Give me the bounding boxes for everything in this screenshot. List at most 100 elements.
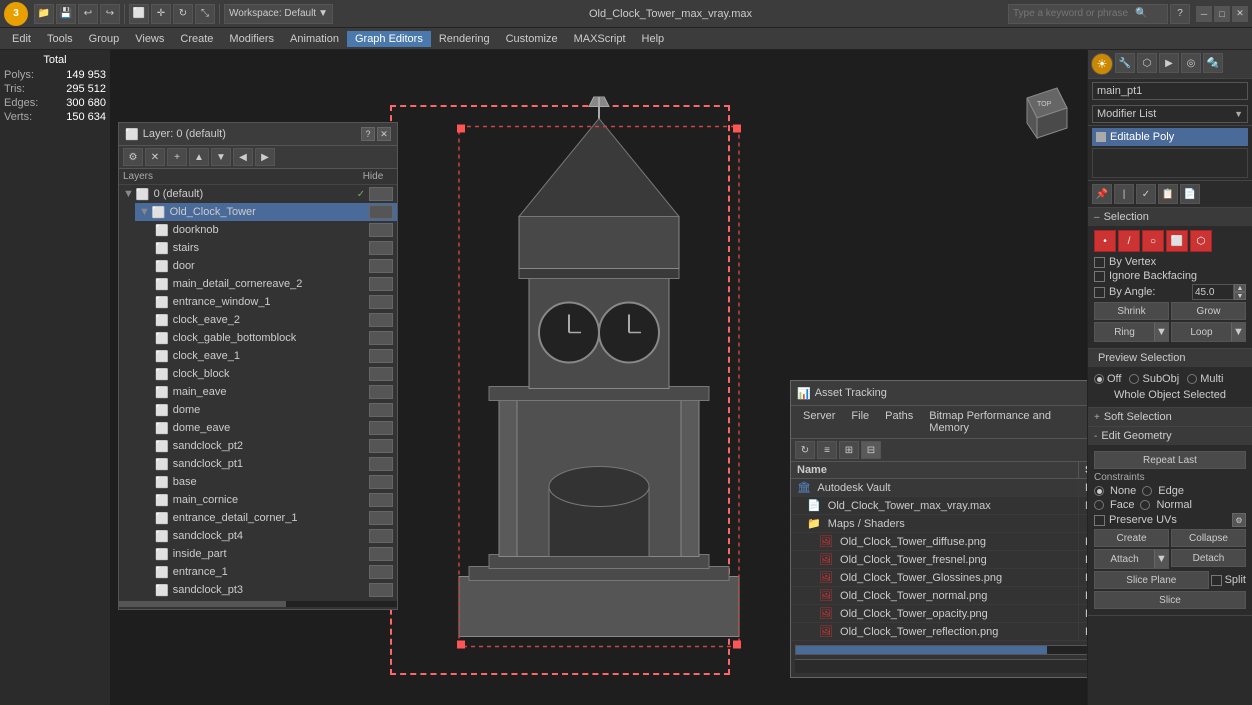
repeat-last-btn[interactable]: Repeat Last [1094,451,1246,469]
collapse-btn[interactable]: Collapse [1171,529,1246,547]
layer-visibility[interactable] [369,583,393,597]
layer-visibility[interactable] [369,421,393,435]
rp-icon-modifier[interactable]: 🔧 [1115,53,1135,73]
layer-visibility[interactable] [369,187,393,201]
slice-btn[interactable]: Slice [1094,591,1246,609]
edit-geometry-header[interactable]: - Edit Geometry [1088,427,1252,445]
menu-create[interactable]: Create [172,31,221,47]
list-item[interactable]: ⬜ clock_block [151,365,397,383]
list-item[interactable]: ⬜ inside_part [151,545,397,563]
viewport[interactable]: [+] [Perspective] [Shaded + Edged Faces] [110,50,1087,705]
modifier-check-btn[interactable]: ✓ [1136,184,1156,204]
rp-icon-motion[interactable]: ▶ [1159,53,1179,73]
list-item[interactable]: ⬜ dome [151,401,397,419]
list-item[interactable]: ⬜ clock_gable_bottomblock [151,329,397,347]
ignore-backfacing-checkbox[interactable] [1094,271,1105,282]
angle-down[interactable]: ▼ [1234,292,1246,300]
modifier-pin-btn[interactable]: 📌 [1092,184,1112,204]
table-row[interactable]: 🖼 Old_Clock_Tower_Glossines.png Found [791,569,1087,587]
open-btn[interactable]: 📁 [34,4,54,24]
modifier-paste-btn[interactable]: 📄 [1180,184,1200,204]
scale-btn[interactable]: ⤡ [195,4,215,24]
angle-up[interactable]: ▲ [1234,284,1246,292]
attach-arrow[interactable]: ▼ [1154,550,1168,568]
rp-icon-render[interactable]: ☀ [1091,53,1113,75]
list-item[interactable]: ⬜ main_eave [151,383,397,401]
layer-visibility[interactable] [369,205,393,219]
edge-mode-btn[interactable]: / [1118,230,1140,252]
polygon-mode-btn[interactable]: ⬜ [1166,230,1188,252]
close-btn[interactable]: ✕ [1232,6,1248,22]
normal-radio[interactable] [1140,500,1150,510]
menu-graph-editors[interactable]: Graph Editors [347,31,431,47]
table-row[interactable]: 🖼 Old_Clock_Tower_fresnel.png Found [791,551,1087,569]
list-item[interactable]: ⬜ sandclock_pt2 [151,437,397,455]
col-name[interactable]: Name [791,462,1079,479]
detach-btn[interactable]: Detach [1171,549,1246,567]
menu-rendering[interactable]: Rendering [431,31,498,47]
modifier-list-dropdown[interactable]: Modifier List ▼ [1092,105,1248,123]
list-item[interactable]: ⬜ clock_eave_2 [151,311,397,329]
menu-tools[interactable]: Tools [39,31,81,47]
select-btn[interactable]: ⬜ [129,4,149,24]
layer-visibility[interactable] [369,511,393,525]
move-btn[interactable]: ✛ [151,4,171,24]
layer-list[interactable]: ▼ ⬜ 0 (default) ✓ ▼ ⬜ Old_Clock_Tower ⬜ … [119,185,397,599]
table-row[interactable]: 📁 Maps / Shaders [791,515,1087,533]
modifier-item-editable-poly[interactable]: Editable Poly [1092,128,1248,146]
border-mode-btn[interactable]: ○ [1142,230,1164,252]
list-item[interactable]: ⬜ door [151,257,397,275]
table-row[interactable]: 🖼 Old_Clock_Tower_opacity.png Found [791,605,1087,623]
rp-icon-utility[interactable]: 🔩 [1203,53,1223,73]
by-vertex-checkbox[interactable] [1094,257,1105,268]
rp-icon-display[interactable]: ◎ [1181,53,1201,73]
menu-group[interactable]: Group [81,31,128,47]
rotate-btn[interactable]: ↻ [173,4,193,24]
layer-visibility[interactable] [369,439,393,453]
layer-tool-option2[interactable]: ▶ [255,148,275,166]
undo-btn[interactable]: ↩ [78,4,98,24]
table-row[interactable]: 🖼 Old_Clock_Tower_diffuse.png Found [791,533,1087,551]
rp-icon-hierarchy[interactable]: ⬡ [1137,53,1157,73]
list-item[interactable]: ⬜ dome_eave [151,419,397,437]
layer-scrollbar[interactable] [119,601,397,607]
asset-menu-bitmap[interactable]: Bitmap Performance and Memory [921,408,1087,436]
preserve-uvs-checkbox[interactable] [1094,515,1105,526]
split-checkbox[interactable] [1211,575,1222,586]
layer-visibility[interactable] [369,475,393,489]
layer-visibility[interactable] [369,259,393,273]
table-row[interactable]: 📄 Old_Clock_Tower_max_vray.max Network [791,497,1087,515]
table-row[interactable]: 🖼 Old_Clock_Tower_normal.png Found [791,587,1087,605]
asset-tool-detail[interactable]: ⊟ [861,441,881,459]
loop-arrow[interactable]: ▼ [1231,323,1245,341]
layer-visibility[interactable] [369,223,393,237]
table-row[interactable]: 🏛 Autodesk Vault Logged C [791,479,1087,497]
asset-menu-file[interactable]: File [843,408,877,436]
workspace-dropdown[interactable]: Workspace: Default ▼ [224,4,333,24]
layer-tool-move-up[interactable]: ▲ [189,148,209,166]
minimize-btn[interactable]: ─ [1196,6,1212,22]
asset-tool-list[interactable]: ≡ [817,441,837,459]
layer-tool-settings[interactable]: ⚙ [123,148,143,166]
layer-visibility[interactable] [369,403,393,417]
asset-menu-paths[interactable]: Paths [877,408,921,436]
asset-tool-refresh[interactable]: ↻ [795,441,815,459]
asset-menu-server[interactable]: Server [795,408,843,436]
list-item[interactable]: ⬜ stairs [151,239,397,257]
preserve-uvs-settings[interactable]: ⚙ [1232,513,1246,527]
list-item[interactable]: ⬜ doorknob [151,221,397,239]
nav-cube[interactable]: TOP [1007,78,1077,148]
table-row[interactable]: 🖼 Old_Clock_Tower_reflection.png Found [791,623,1087,641]
layer-visibility[interactable] [369,385,393,399]
modifier-nav-btn[interactable]: | [1114,184,1134,204]
layer-visibility[interactable] [369,367,393,381]
layer-visibility[interactable] [369,277,393,291]
ring-btn[interactable]: Ring [1095,323,1154,341]
layer-visibility[interactable] [369,295,393,309]
search-box[interactable]: 🔍 [1008,4,1168,24]
object-name-field[interactable]: main_pt1 [1092,82,1248,100]
create-btn[interactable]: Create [1094,529,1169,547]
panel-help-btn[interactable]: ? [361,127,375,141]
angle-value[interactable]: 45.0 [1192,284,1234,300]
list-item[interactable]: ⬜ entrance_detail_corner_1 [151,509,397,527]
